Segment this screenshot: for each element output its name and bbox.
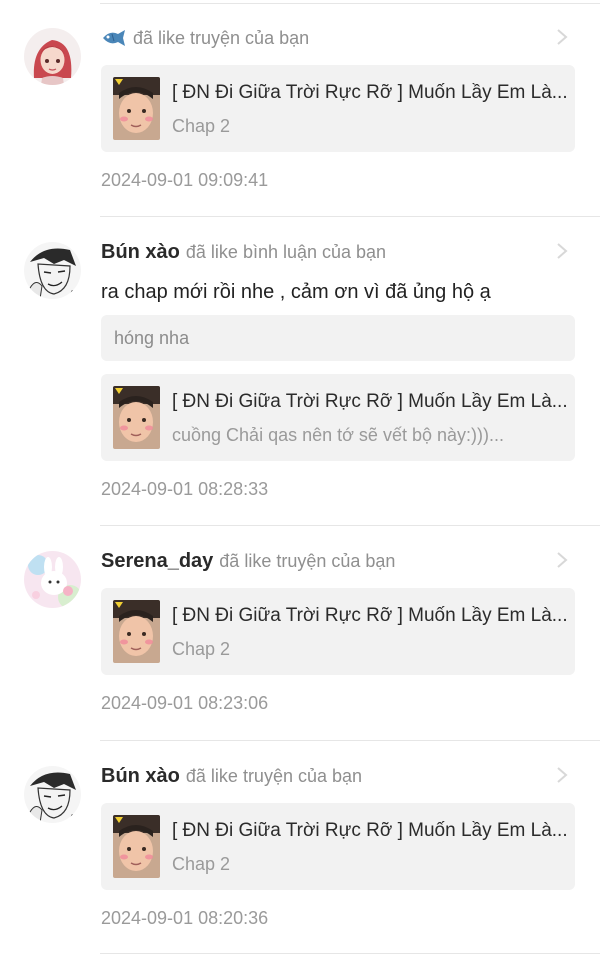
notification-item[interactable]: Bún xào đã like bình luận của bạn ra cha…: [0, 217, 600, 526]
comment-text: ra chap mới rồi nhe , cảm ơn vì đã ủng h…: [101, 281, 491, 303]
timestamp: 2024-09-01 09:09:41: [101, 170, 269, 190]
chevron-right-icon[interactable]: [556, 242, 568, 260]
notification-item[interactable]: Serena_day đã like truyện của bạn [ ĐN Đ…: [0, 526, 600, 740]
timestamp: 2024-09-01 08:28:33: [101, 479, 269, 499]
user-avatar[interactable]: [24, 766, 81, 823]
story-chapter: Chap 2: [172, 854, 231, 874]
timestamp: 2024-09-01 08:23:06: [101, 693, 269, 713]
chevron-right-icon[interactable]: [556, 28, 568, 46]
notification-item[interactable]: đã like truyện của bạn [ ĐN Đi Giữa Trời…: [0, 0, 600, 217]
notification-header: Bún xào đã like bình luận của bạn: [101, 237, 386, 267]
username[interactable]: Bún xào: [101, 241, 180, 264]
story-excerpt: cuồng Chải qas nên tớ sẽ vết bộ này:))).…: [172, 425, 504, 445]
notification-header: Bún xào đã like truyện của bạn: [101, 761, 362, 791]
notification-action: đã like truyện của bạn: [133, 27, 310, 48]
avatar-pastel-bunny-icon: [24, 551, 81, 608]
notification-item[interactable]: Bún xào đã like truyện của bạn [ ĐN Đi G…: [0, 741, 600, 955]
story-chapter: Chap 2: [172, 116, 231, 136]
story-title: [ ĐN Đi Giữa Trời Rực Rỡ ] Muốn Lầy Em L…: [172, 82, 567, 103]
timestamp: 2024-09-01 08:20:36: [101, 908, 269, 928]
avatar-manga-boy-icon: [24, 242, 81, 299]
story-cover-image: [113, 600, 160, 663]
chevron-right-icon[interactable]: [556, 766, 568, 784]
story-title: [ ĐN Đi Giữa Trời Rực Rỡ ] Muốn Lầy Em L…: [172, 605, 567, 626]
username[interactable]: Serena_day: [101, 550, 213, 573]
notification-action: đã like truyện của bạn: [185, 765, 363, 786]
avatar-manga-boy-icon: [24, 766, 81, 823]
story-cover-image: [113, 77, 160, 140]
story-card[interactable]: [ ĐN Đi Giữa Trời Rực Rỡ ] Muốn Lầy Em L…: [101, 588, 575, 675]
story-title: [ ĐN Đi Giữa Trời Rực Rỡ ] Muốn Lầy Em L…: [172, 391, 567, 412]
user-avatar[interactable]: [24, 28, 81, 85]
username[interactable]: Bún xào: [101, 765, 180, 788]
quoted-comment[interactable]: hóng nha: [101, 315, 575, 361]
notification-header: đã like truyện của bạn: [101, 23, 309, 53]
avatar-red-hair-girl-icon: [24, 28, 81, 85]
user-avatar[interactable]: [24, 242, 81, 299]
story-card[interactable]: [ ĐN Đi Giữa Trời Rực Rỡ ] Muốn Lầy Em L…: [101, 65, 575, 152]
user-avatar[interactable]: [24, 551, 81, 608]
item-divider: [100, 953, 600, 954]
story-title: [ ĐN Đi Giữa Trời Rực Rỡ ] Muốn Lầy Em L…: [172, 820, 567, 841]
story-chapter: Chap 2: [172, 639, 231, 659]
story-card[interactable]: [ ĐN Đi Giữa Trời Rực Rỡ ] Muốn Lầy Em L…: [101, 374, 575, 461]
notification-header: Serena_day đã like truyện của bạn: [101, 546, 395, 576]
story-cover-image: [113, 815, 160, 878]
story-card[interactable]: [ ĐN Đi Giữa Trời Rực Rỡ ] Muốn Lầy Em L…: [101, 803, 575, 890]
story-cover-image: [113, 386, 160, 449]
notification-action: đã like bình luận của bạn: [185, 241, 387, 262]
fish-icon: [103, 30, 125, 46]
notification-action: đã like truyện của bạn: [219, 550, 396, 571]
chevron-right-icon[interactable]: [556, 551, 568, 569]
